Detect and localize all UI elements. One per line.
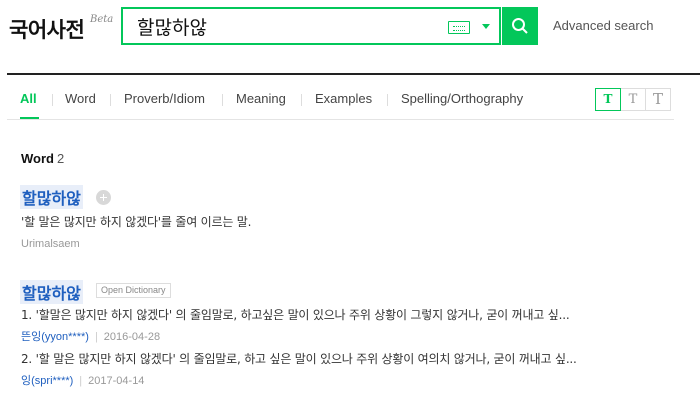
entry-meta: 잉(spri****) | 2017-04-14	[21, 372, 144, 388]
header: 국어사전 Beta Advanced search	[0, 0, 700, 75]
tab-separator	[301, 94, 302, 106]
entry-author[interactable]: 뜬잉(yyon****)	[21, 331, 89, 343]
keyboard-icon[interactable]	[448, 21, 470, 34]
entry-date: 2017-04-14	[88, 375, 145, 387]
tab-separator	[387, 94, 388, 106]
plus-icon[interactable]	[96, 190, 111, 205]
entry-title[interactable]: 할많하않	[20, 185, 83, 209]
tab-examples[interactable]: Examples	[315, 91, 372, 106]
tab-word[interactable]: Word	[65, 91, 96, 106]
beta-label: Beta	[90, 14, 114, 25]
tab-separator	[222, 94, 223, 106]
search-box[interactable]	[121, 7, 501, 45]
entry-author[interactable]: 잉(spri****)	[21, 375, 73, 387]
entry-definition: '할 말은 많지만 하지 않겠다'를 줄여 이르는 말.	[21, 215, 252, 229]
tab-separator	[110, 94, 111, 106]
tab-spelling-orthography[interactable]: Spelling/Orthography	[401, 91, 523, 106]
search-icon	[512, 18, 528, 34]
tab-meaning[interactable]: Meaning	[236, 91, 286, 106]
entry-title[interactable]: 할많하않	[20, 280, 83, 304]
entry-source[interactable]: Urimalsaem	[21, 238, 80, 250]
search-input[interactable]	[137, 13, 437, 39]
font-size-large-button[interactable]: T	[645, 88, 671, 111]
font-size-medium-button[interactable]: T	[620, 88, 646, 111]
tab-proverb-idiom[interactable]: Proverb/Idiom	[124, 91, 205, 106]
header-divider	[7, 73, 700, 75]
section-count: 2	[56, 151, 65, 166]
font-size-selector: T T T	[595, 88, 671, 111]
section-title: Word 2	[21, 151, 64, 166]
entry-date: 2016-04-28	[103, 331, 161, 343]
entry-meta: 뜬잉(yyon****) | 2016-04-28	[21, 328, 160, 344]
font-size-small-button[interactable]: T	[595, 88, 621, 111]
entry-definition[interactable]: 1. '할말은 많지만 하지 않겠다' 의 줄임말로, 하고싶은 말이 있으나 …	[21, 306, 570, 323]
section-title-label: Word	[21, 151, 54, 166]
open-dictionary-badge: Open Dictionary	[96, 283, 171, 298]
tabs-divider	[7, 119, 674, 120]
meta-separator: |	[94, 331, 98, 343]
chevron-down-icon[interactable]	[482, 24, 490, 29]
advanced-search-link[interactable]: Advanced search	[553, 18, 653, 33]
tab-all[interactable]: All	[20, 91, 37, 106]
search-button[interactable]	[502, 7, 538, 45]
entry-definition[interactable]: 2. '할 말은 많지만 하지 않겠다' 의 줄임말로, 하고 싶은 말이 있으…	[21, 350, 577, 367]
tab-separator	[52, 94, 53, 106]
logo[interactable]: 국어사전	[9, 14, 85, 44]
meta-separator: |	[79, 375, 83, 387]
